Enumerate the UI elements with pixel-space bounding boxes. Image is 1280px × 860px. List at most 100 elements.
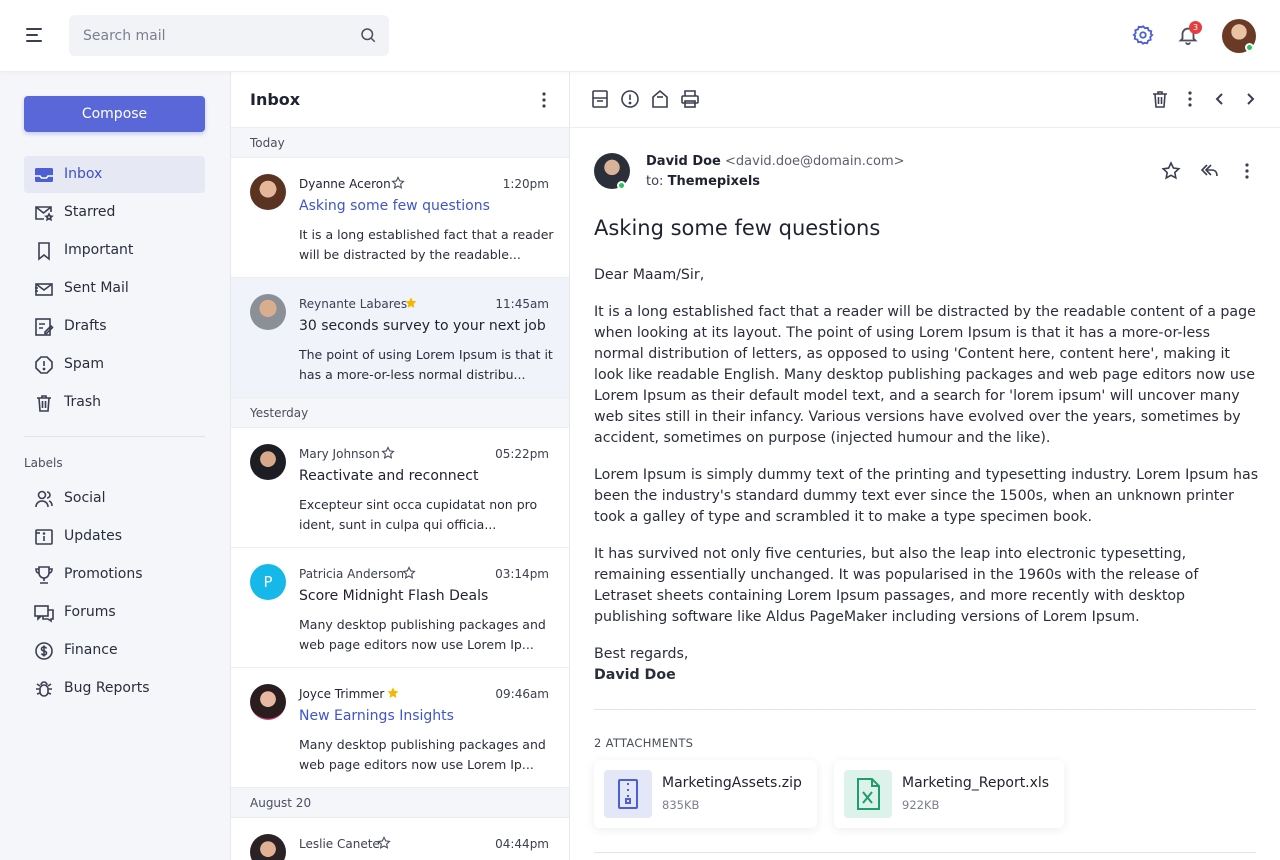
mail-preview: Many desktop publishing packages and web… [299, 737, 546, 772]
inbox-icon [35, 168, 53, 182]
nav-label: Starred [64, 204, 116, 220]
spam-icon [35, 356, 53, 374]
mail-sender: Patricia Anderson [299, 567, 405, 581]
trophy-icon [35, 566, 53, 584]
label-social[interactable]: Social [24, 480, 205, 517]
mail-preview: Excepteur sint occa cupidatat non pro id… [299, 497, 538, 532]
mail-subject: Asking some few questions [299, 198, 490, 214]
sidebar-divider [24, 436, 205, 437]
signature-name: David Doe [594, 667, 676, 683]
label-updates[interactable]: Updates [24, 518, 205, 555]
label-name: Social [64, 490, 106, 506]
label-name: Updates [64, 528, 122, 544]
attachment-card[interactable]: MarketingAssets.zip 835KB [594, 760, 817, 828]
sent-mail-icon [35, 283, 53, 296]
nav-trash[interactable]: Trash [24, 384, 205, 421]
drafts-icon [35, 318, 54, 336]
mail-time: 04:44pm [495, 837, 549, 851]
mail-item[interactable]: Reynante Labares 11:45am 30 seconds surv… [231, 278, 569, 398]
label-forums[interactable]: Forums [24, 594, 205, 631]
star-filled-icon[interactable] [404, 296, 418, 310]
star-outline-icon[interactable] [377, 836, 391, 850]
nav-starred[interactable]: Starred [24, 194, 205, 231]
mail-item[interactable]: Joyce Trimmer 09:46am New Earnings Insig… [231, 668, 569, 788]
nav-important[interactable]: Important [24, 232, 205, 269]
mail-subject: Score Midnight Flash Deals [299, 588, 489, 604]
users-icon [35, 490, 53, 508]
mail-sender: Mary Johnson [299, 447, 380, 461]
nav-drafts[interactable]: Drafts [24, 308, 205, 345]
label-name: Finance [64, 642, 118, 658]
online-status-dot [1245, 43, 1254, 52]
report-spam-icon[interactable] [620, 89, 640, 109]
nav-sent-mail[interactable]: Sent Mail [24, 270, 205, 307]
delete-icon[interactable] [1150, 89, 1170, 109]
attachment-card[interactable]: Marketing_Report.xls 922KB [834, 760, 1064, 828]
sender-avatar [250, 834, 286, 860]
trash-icon [37, 395, 51, 412]
chevron-right-icon[interactable] [1240, 89, 1260, 109]
label-bug-reports[interactable]: Bug Reports [24, 670, 205, 707]
attachment-size: 922KB [902, 798, 940, 812]
nav-inbox[interactable]: Inbox [24, 156, 205, 193]
label-promotions[interactable]: Promotions [24, 556, 205, 593]
nav-spam[interactable]: Spam [24, 346, 205, 383]
mail-reader: David Doe <david.doe@domain.com> to: The… [570, 72, 1280, 860]
mail-item[interactable]: Dyanne Aceron 1:20pm Asking some few que… [231, 158, 569, 278]
more-vertical-icon[interactable] [1180, 89, 1200, 109]
star-outline-icon[interactable] [391, 176, 405, 190]
print-icon[interactable] [680, 89, 700, 109]
more-vertical-icon[interactable] [534, 90, 554, 110]
sender-line: David Doe <david.doe@domain.com> [646, 154, 905, 169]
star-outline-icon[interactable] [1161, 161, 1181, 181]
sender-avatar [250, 294, 286, 330]
label-name: Promotions [64, 566, 143, 582]
reader-bottom-divider [594, 852, 1256, 853]
excel-file-icon [844, 770, 892, 818]
nav-label: Drafts [64, 318, 107, 334]
mail-body: Dear Maam/Sir, It is a long established … [594, 265, 1259, 686]
mail-preview: It is a long established fact that a rea… [299, 227, 554, 262]
date-group-header: Yesterday [231, 398, 569, 428]
date-group-header: August 20 [231, 788, 569, 818]
nav-label: Inbox [64, 166, 103, 182]
mail-time: 05:22pm [495, 447, 549, 461]
search-icon[interactable] [359, 26, 377, 44]
mail-item[interactable]: P Patricia Anderson 03:14pm Score Midnig… [231, 548, 569, 668]
sidebar: Compose Inbox Starred Important Sent Mai… [0, 72, 230, 860]
sender-avatar [250, 444, 286, 480]
mail-item[interactable]: Leslie Canete 04:44pm [231, 818, 569, 860]
body-paragraph: It has survived not only five centuries,… [594, 546, 1199, 625]
star-outline-icon[interactable] [402, 566, 416, 580]
star-filled-icon[interactable] [386, 686, 400, 700]
archive-icon[interactable] [590, 89, 610, 109]
search-input[interactable] [69, 15, 349, 56]
chevron-left-icon[interactable] [1210, 89, 1230, 109]
compose-button[interactable]: Compose [24, 96, 205, 132]
mail-sender: Dyanne Aceron [299, 177, 391, 191]
recipient-prefix: to: [646, 174, 664, 189]
mail-time: 1:20pm [502, 177, 549, 191]
closing: Best regards, [594, 646, 689, 662]
menu-icon[interactable] [26, 27, 44, 43]
mail-item[interactable]: Mary Johnson 05:22pm Reactivate and reco… [231, 428, 569, 548]
recipient-name: Themepixels [667, 174, 761, 189]
mail-subject-heading: Asking some few questions [594, 216, 881, 240]
nav-label: Important [64, 242, 134, 258]
label-finance[interactable]: Finance [24, 632, 205, 669]
more-vertical-icon[interactable] [1237, 161, 1257, 181]
reply-all-icon[interactable] [1199, 161, 1219, 181]
mail-subject: Reactivate and reconnect [299, 468, 479, 484]
mail-list: Inbox Today Dyanne Aceron 1:20pm Asking … [230, 72, 570, 860]
settings-icon[interactable] [1132, 24, 1154, 46]
nav-label: Trash [64, 394, 101, 410]
date-group-label: Yesterday [250, 406, 309, 420]
star-outline-icon[interactable] [381, 446, 395, 460]
mail-sender: Leslie Canete [299, 837, 380, 851]
date-group-header: Today [231, 128, 569, 158]
move-to-icon[interactable] [650, 89, 670, 109]
attachments-heading: 2 ATTACHMENTS [594, 736, 694, 750]
attachments-divider [594, 709, 1256, 710]
greeting: Dear Maam/Sir, [594, 267, 705, 283]
sender-avatar [250, 174, 286, 210]
